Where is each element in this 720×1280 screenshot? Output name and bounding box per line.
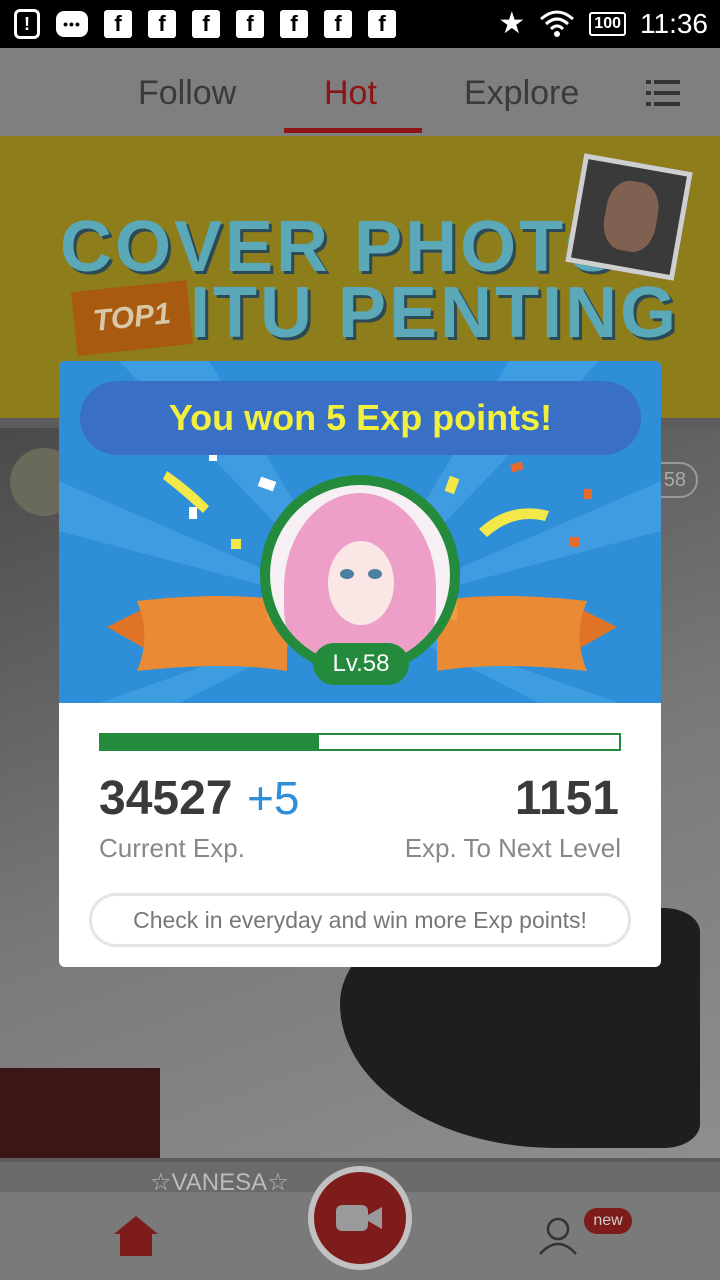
streamer-name: ☆VANESA☆ [150, 1169, 289, 1192]
alert-icon: ! [14, 9, 40, 39]
wifi-icon [540, 10, 575, 37]
checkin-button[interactable]: Check in everyday and win more Exp point… [89, 893, 631, 947]
tab-explore[interactable]: Explore [464, 74, 579, 113]
current-exp-value: 34527 [99, 772, 233, 825]
tab-follow[interactable]: Follow [138, 74, 236, 113]
dialog-header: You won 5 Exp points! Lv.58 [59, 361, 661, 703]
facebook-icon: f [368, 10, 396, 38]
reward-headline-pill: You won 5 Exp points! [80, 381, 641, 455]
bottom-nav: new [0, 1166, 720, 1280]
top-tabs: Follow Hot Explore [0, 48, 720, 136]
facebook-icon: f [324, 10, 352, 38]
clock: 11:36 [640, 8, 708, 39]
tab-hot[interactable]: Hot [324, 74, 377, 113]
exp-progress-bar [99, 733, 621, 751]
facebook-icon: f [104, 10, 132, 38]
active-tab-indicator [284, 128, 422, 133]
home-icon[interactable] [112, 1214, 160, 1258]
status-bar: ! ••• f f f f f f f ★ 100 11:36 [0, 0, 720, 48]
exp-to-next-label: Exp. To Next Level [404, 833, 621, 863]
banner-photo [565, 153, 693, 281]
video-camera-icon [336, 1205, 382, 1231]
level-badge: Lv.58 [313, 643, 409, 685]
facebook-icon: f [148, 10, 176, 38]
facebook-icon: f [236, 10, 264, 38]
facebook-icon: f [280, 10, 308, 38]
exp-progress-fill [101, 735, 319, 749]
new-badge: new [584, 1208, 632, 1234]
profile-icon[interactable] [538, 1216, 578, 1256]
battery-icon: 100 [589, 12, 626, 36]
exp-reward-dialog: You won 5 Exp points! Lv.58 34527 +5 115… [59, 361, 661, 967]
exp-to-next-value: 1151 [514, 772, 619, 825]
star-icon: ★ [498, 7, 526, 40]
stream-thumbnail-detail [0, 1068, 160, 1158]
current-exp-label: Current Exp. [99, 833, 245, 863]
exp-gained-value: +5 [247, 772, 300, 824]
chat-icon: ••• [56, 11, 88, 37]
menu-icon[interactable] [646, 80, 680, 106]
go-live-button[interactable] [308, 1166, 412, 1270]
facebook-icon: f [192, 10, 220, 38]
banner-title-line2: ITU PENTING [190, 273, 680, 353]
reward-headline: You won 5 Exp points! [168, 397, 553, 438]
